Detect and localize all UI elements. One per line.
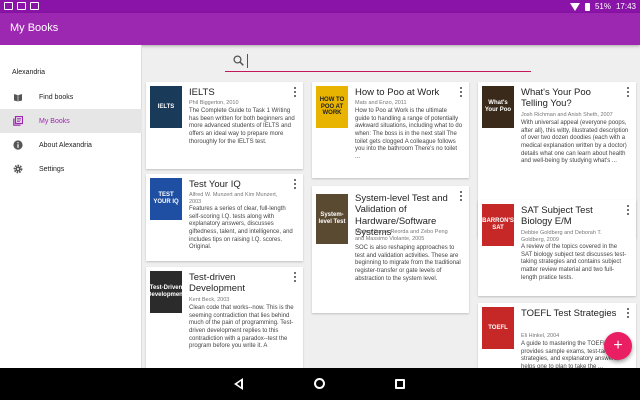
book-description: Features a series of clear, full-length …: [189, 206, 293, 251]
more-vert-icon[interactable]: [459, 87, 463, 97]
image-notification-icon: [4, 2, 13, 10]
nav-item-find-books[interactable]: Find books: [0, 85, 142, 109]
book-title: What's Your Poo Telling You?: [521, 87, 591, 110]
book-title: IELTS: [189, 87, 215, 98]
battery-icon: [584, 2, 590, 11]
book-meta: Mats and Enzo, 2011: [355, 100, 407, 106]
book-title: TOEFL Test Strategies: [521, 308, 617, 319]
navigation-drawer: Alexandria Find books My Books About Ale…: [0, 45, 142, 368]
book-description: With universal appeal (everyone poops, a…: [521, 120, 629, 165]
nav-item-label: About Alexandria: [39, 141, 92, 149]
book-description: Clean code that works--now. This is the …: [189, 305, 294, 350]
nav-item-my-books[interactable]: My Books: [0, 109, 142, 133]
more-vert-icon[interactable]: [293, 179, 297, 189]
books-icon: [13, 92, 23, 102]
book-meta: Josh Richman and Anish Sheth, 2007: [521, 112, 613, 118]
book-description: The Complete Guide to Task 1 Writing has…: [189, 108, 295, 145]
book-card[interactable]: Test-Driven Development Test-driven Deve…: [146, 267, 303, 368]
back-icon-inner: [237, 381, 241, 387]
nav-item-about[interactable]: About Alexandria: [0, 133, 142, 157]
book-meta: Debbie Goldberg and Deborah T. Goldberg,…: [521, 230, 602, 243]
book-title: Test-driven Development: [189, 272, 245, 295]
search-bar: [225, 51, 531, 72]
book-cover: IELTS: [150, 86, 182, 128]
notification-icons: [4, 2, 39, 10]
clock: 17:43: [615, 2, 636, 11]
nav-item-label: My Books: [39, 117, 70, 125]
nav-item-label: Find books: [39, 93, 74, 101]
more-vert-icon[interactable]: [293, 87, 297, 97]
book-title: How to Poo at Work: [355, 87, 440, 98]
book-card[interactable]: BARRON'S SAT SAT Subject Test Biology E/…: [478, 200, 636, 296]
book-cover: System-level Test: [316, 194, 348, 244]
gear-icon: [13, 164, 23, 174]
image-notification-icon: [17, 2, 26, 10]
book-description: SOC is also reshaping approaches to test…: [355, 245, 461, 282]
more-vert-icon[interactable]: [626, 87, 630, 97]
more-vert-icon[interactable]: [626, 308, 630, 318]
book-card[interactable]: System-level Test System-level Test and …: [312, 186, 469, 313]
book-cover: HOW TO POO AT WORK: [316, 86, 348, 128]
book-meta: Alfred W. Munzert and Kim Munzert, 2003: [189, 192, 278, 205]
drawer-header: Alexandria: [12, 69, 46, 76]
book-description: A review of the topics covered in the SA…: [521, 244, 627, 281]
more-vert-icon[interactable]: [459, 191, 463, 201]
system-nav-bar: [0, 368, 640, 400]
add-book-button[interactable]: +: [604, 332, 632, 360]
book-card[interactable]: TEST YOUR IQ Test Your IQ Alfred W. Munz…: [146, 174, 303, 261]
book-cover: BARRON'S SAT: [482, 204, 514, 246]
app-bar: My Books: [0, 13, 640, 45]
home-icon[interactable]: [314, 378, 325, 389]
book-cover: TOEFL: [482, 307, 514, 349]
book-cover: Test-Driven Development: [147, 271, 185, 313]
book-description: How to Poo at Work is the ultimate guide…: [355, 108, 463, 161]
main-content: IELTS IELTS Phil Biggerton, 2010 The Com…: [142, 45, 640, 368]
page-title: My Books: [10, 22, 59, 34]
book-title: Test Your IQ: [189, 179, 241, 190]
more-vert-icon[interactable]: [626, 205, 630, 215]
image-notification-icon: [30, 2, 39, 10]
book-title: SAT Subject Test Biology E/M: [521, 205, 593, 228]
book-meta: Matteo Sonza Reorda and Zebo Peng and Ma…: [355, 229, 448, 242]
nav-item-settings[interactable]: Settings: [0, 157, 142, 181]
battery-level: 51%: [594, 2, 611, 11]
status-bar: 51% 17:43: [0, 0, 640, 13]
search-icon: [233, 55, 244, 66]
more-vert-icon[interactable]: [293, 272, 297, 282]
library-icon: [13, 116, 23, 126]
recents-icon[interactable]: [395, 379, 405, 389]
wifi-icon: [569, 2, 580, 11]
book-card[interactable]: HOW TO POO AT WORK How to Poo at Work Ma…: [312, 82, 469, 178]
info-icon: [13, 140, 23, 150]
book-meta: Phil Biggerton, 2010: [189, 100, 239, 106]
nav-item-label: Settings: [39, 165, 65, 173]
book-cover: What's Your Poo: [482, 86, 514, 128]
book-meta: Kent Beck, 2003: [189, 297, 230, 303]
search-input[interactable]: [247, 54, 517, 68]
book-card[interactable]: IELTS IELTS Phil Biggerton, 2010 The Com…: [146, 82, 303, 169]
book-cover: TEST YOUR IQ: [150, 178, 182, 220]
